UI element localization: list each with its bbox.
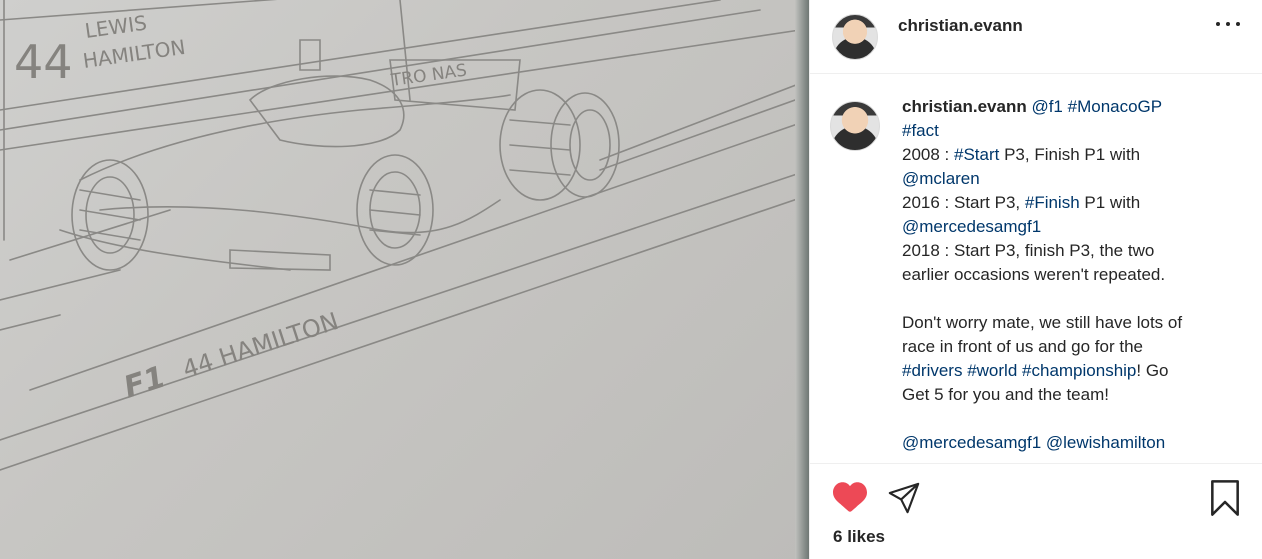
caption-p2-b: race in front of us and go for the: [902, 337, 1143, 356]
drawing-illustration: 44 LEWIS HAMILTON TRO NAS F1 44 HAMILTON: [0, 0, 809, 471]
post-image[interactable]: 44 LEWIS HAMILTON TRO NAS F1 44 HAMILTON: [0, 0, 809, 559]
caption-text: christian.evann @f1 #MonacoGP #fact 2008…: [902, 95, 1222, 455]
action-bar: 6 likes: [810, 463, 1262, 559]
hashtag-world[interactable]: #world: [967, 361, 1017, 380]
likes-label: likes: [847, 527, 886, 546]
hashtag-fact[interactable]: #fact: [902, 121, 939, 140]
caption-p2-a: Don't worry mate, we still have lots of: [902, 313, 1183, 332]
post-header: christian.evann: [810, 0, 1262, 74]
mention-mercedesamgf1[interactable]: @mercedesamgf1: [902, 217, 1041, 236]
mention-lewishamilton[interactable]: @lewishamilton: [1046, 433, 1165, 452]
caption-2018-a: 2018 : Start P3, finish P3, the two: [902, 241, 1155, 260]
drawing-f1-logo: F1: [120, 360, 170, 406]
send-icon[interactable]: [886, 481, 922, 515]
avatar[interactable]: [832, 13, 878, 60]
drawing-bottom-label: 44 HAMILTON: [179, 307, 342, 384]
caption-p2-d: Get 5 for you and the team!: [902, 385, 1109, 404]
drawing-name-top-1: LEWIS: [83, 11, 148, 43]
caption: christian.evann @f1 #MonacoGP #fact 2008…: [810, 75, 1262, 455]
caption-2016-pre: 2016 : Start P3,: [902, 193, 1025, 212]
drawing-number-top: 44: [14, 35, 73, 89]
hashtag-monacogp[interactable]: #MonacoGP: [1068, 97, 1163, 116]
caption-gap: [902, 287, 1222, 311]
likes-count[interactable]: 6 likes: [833, 527, 885, 547]
comments-section[interactable]: christian.evann @f1 #MonacoGP #fact 2008…: [810, 75, 1262, 463]
caption-p2-c-post: ! Go: [1136, 361, 1169, 380]
heart-filled-icon[interactable]: [832, 480, 868, 514]
likes-number: 6: [833, 527, 843, 546]
caption-gap-2: [902, 407, 1222, 431]
caption-username[interactable]: christian.evann: [902, 97, 1027, 116]
mention-mercedesamgf1-2[interactable]: @mercedesamgf1: [902, 433, 1041, 452]
bookmark-icon[interactable]: [1208, 479, 1242, 517]
caption-avatar[interactable]: [830, 101, 880, 151]
caption-2008-post: P3, Finish P1 with: [999, 145, 1141, 164]
mention-f1[interactable]: @f1: [1031, 97, 1062, 116]
header-username[interactable]: christian.evann: [898, 16, 1023, 36]
caption-2018-b: earlier occasions weren't repeated.: [902, 265, 1166, 284]
hashtag-drivers[interactable]: #drivers: [902, 361, 962, 380]
caption-2016-post: P1 with: [1079, 193, 1141, 212]
photo-background-edge: [795, 0, 809, 559]
more-horizontal-icon[interactable]: [1216, 14, 1240, 34]
instagram-post: 44 LEWIS HAMILTON TRO NAS F1 44 HAMILTON…: [0, 0, 1262, 559]
hashtag-championship[interactable]: #championship: [1022, 361, 1136, 380]
post-side-panel: christian.evann christian.evann @f1 #Mon…: [809, 0, 1262, 559]
mention-mclaren[interactable]: @mclaren: [902, 169, 980, 188]
hashtag-finish[interactable]: #Finish: [1025, 193, 1080, 212]
hashtag-start[interactable]: #Start: [954, 145, 999, 164]
caption-2008-pre: 2008 :: [902, 145, 954, 164]
